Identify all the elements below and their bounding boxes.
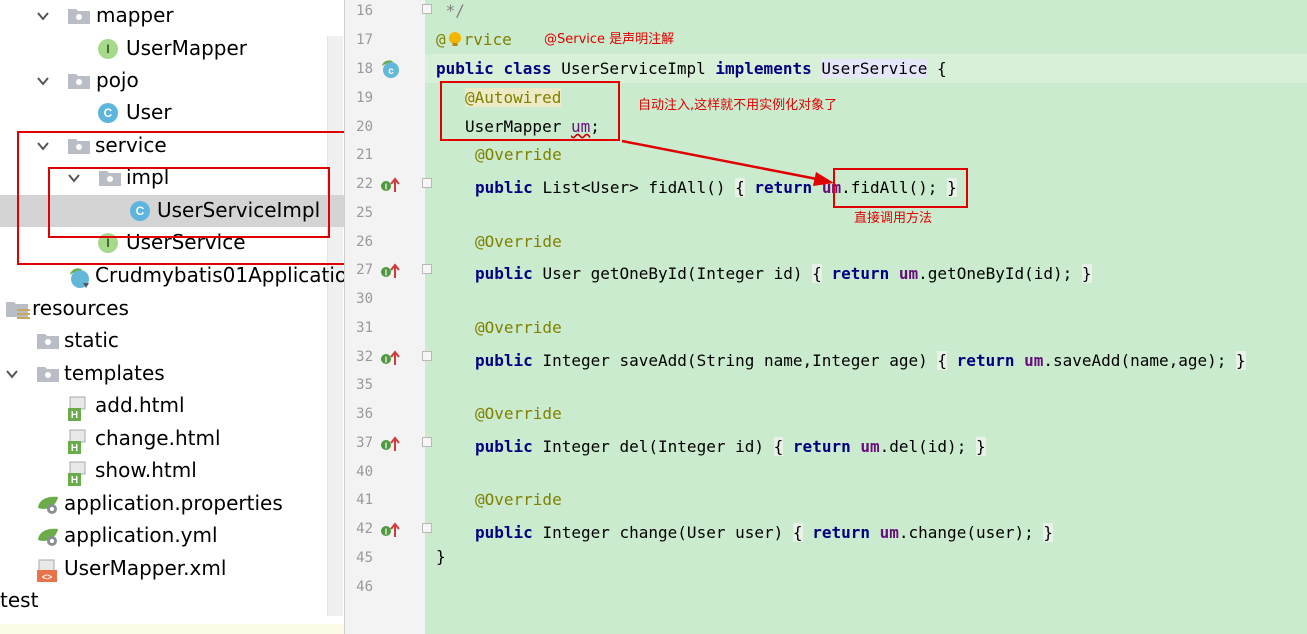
arrow-annotation [621, 139, 834, 186]
